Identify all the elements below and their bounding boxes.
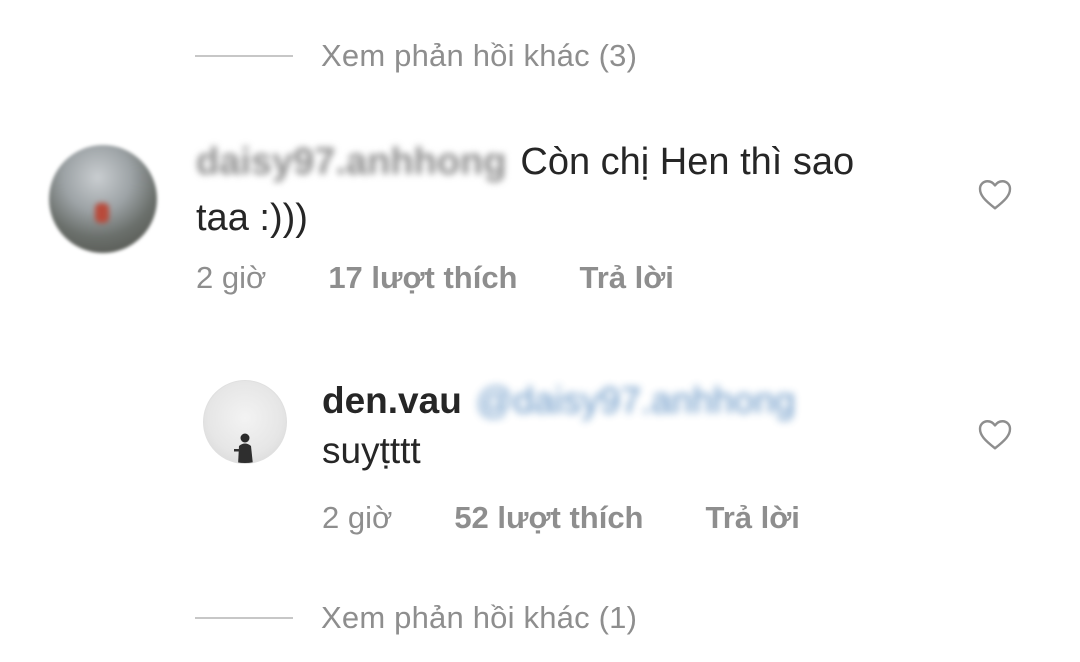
reply-button[interactable]: Trả lời [580, 260, 674, 296]
heart-icon[interactable] [977, 417, 1013, 451]
comment-body: daisy97.anhhong Còn chị Hen thì sao taa :… [196, 134, 916, 246]
view-more-replies-top[interactable]: Xem phản hồi khác (3) [195, 38, 637, 74]
reply-button[interactable]: Trả lời [706, 500, 800, 536]
username[interactable]: den.vau [322, 380, 462, 421]
comment-meta: 2 giờ 17 lượt thích Trả lời [196, 260, 674, 296]
divider-line [195, 617, 293, 619]
view-more-replies-label: Xem phản hồi khác (3) [321, 38, 638, 73]
view-more-replies-bottom[interactable]: Xem phản hồi khác (1) [195, 600, 637, 636]
divider-line [195, 55, 293, 57]
likes-count[interactable]: 52 lượt thích [454, 500, 643, 536]
comment-time: 2 giờ [196, 260, 267, 295]
likes-count[interactable]: 17 lượt thích [328, 260, 517, 296]
reply-body: den.vau @daisy97.anhhong suyṭttt [322, 376, 882, 476]
heart-icon[interactable] [977, 177, 1013, 211]
mention-link[interactable]: @daisy97.anhhong [476, 380, 795, 421]
comment-text: suyṭttt [322, 430, 421, 471]
avatar[interactable] [49, 145, 157, 253]
comment-meta: 2 giờ 52 lượt thích Trả lời [322, 500, 800, 536]
view-more-replies-label: Xem phản hồi khác (1) [321, 600, 638, 635]
avatar[interactable] [203, 380, 287, 464]
comment-time: 2 giờ [322, 500, 393, 535]
username-blurred[interactable]: daisy97.anhhong [196, 141, 506, 183]
